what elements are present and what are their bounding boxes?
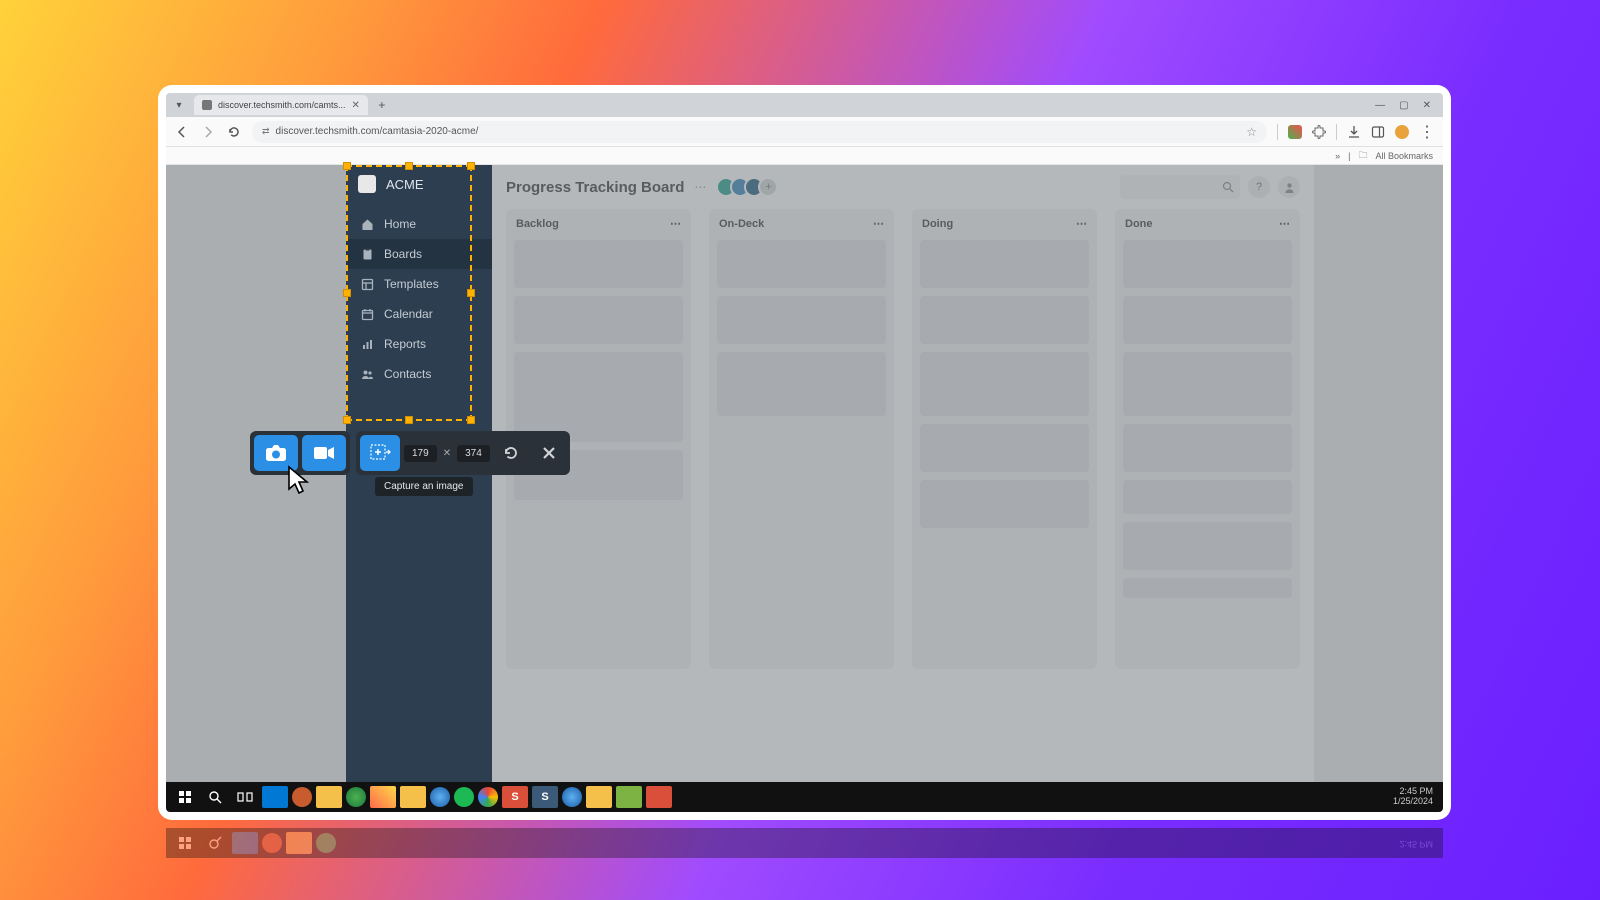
sidebar-item-label: Contacts bbox=[384, 367, 431, 381]
camtasia-icon[interactable] bbox=[616, 786, 642, 808]
address-bar[interactable]: ⇄ discover.techsmith.com/camtasia-2020-a… bbox=[252, 121, 1267, 143]
brand-name: ACME bbox=[386, 177, 424, 192]
sidebar-item-templates[interactable]: Templates bbox=[346, 269, 492, 299]
tab-title: discover.techsmith.com/camts... bbox=[218, 100, 346, 110]
dimension-separator: ✕ bbox=[441, 448, 453, 459]
spotify-icon[interactable] bbox=[454, 787, 474, 807]
bookmark-star-icon[interactable]: ☆ bbox=[1246, 125, 1257, 139]
tab-search-icon[interactable]: ▾ bbox=[170, 96, 188, 114]
minimize-icon[interactable]: — bbox=[1375, 100, 1385, 111]
close-window-icon[interactable]: ✕ bbox=[1423, 100, 1431, 111]
back-button[interactable] bbox=[174, 124, 190, 140]
site-info-icon[interactable]: ⇄ bbox=[262, 126, 270, 137]
window-controls: — ▢ ✕ bbox=[1375, 100, 1439, 111]
extension-icon[interactable] bbox=[1288, 125, 1302, 139]
home-icon bbox=[360, 217, 374, 231]
sidebar-item-calendar[interactable]: Calendar bbox=[346, 299, 492, 329]
reload-button[interactable] bbox=[226, 124, 242, 140]
bookmarks-overflow-icon[interactable]: » bbox=[1335, 151, 1340, 161]
taskbar-app-icon[interactable] bbox=[586, 786, 612, 808]
taskbar-app-icon[interactable]: S bbox=[502, 786, 528, 808]
region-select-button[interactable] bbox=[360, 435, 400, 471]
system-tray-clock[interactable]: 2:45 PM 1/25/2024 bbox=[1393, 787, 1437, 807]
separator bbox=[1277, 124, 1278, 140]
start-button[interactable] bbox=[172, 786, 198, 808]
file-explorer-icon[interactable] bbox=[316, 786, 342, 808]
favicon-icon bbox=[202, 100, 212, 110]
new-tab-button[interactable]: + bbox=[374, 97, 390, 113]
height-input[interactable]: 374 bbox=[457, 445, 490, 462]
sidebar-item-label: Home bbox=[384, 217, 416, 231]
reset-button[interactable] bbox=[494, 436, 528, 470]
sidepanel-icon[interactable] bbox=[1371, 125, 1385, 139]
taskbar-app-icon[interactable] bbox=[370, 786, 396, 808]
sidebar-item-label: Boards bbox=[384, 247, 422, 261]
browser-tab[interactable]: discover.techsmith.com/camts... ✕ bbox=[194, 95, 368, 115]
url-bar: ⇄ discover.techsmith.com/camtasia-2020-a… bbox=[166, 117, 1443, 147]
brand-logo-icon bbox=[358, 175, 376, 193]
folder-icon: 🗀 bbox=[1358, 148, 1367, 164]
taskbar-app-icon[interactable] bbox=[346, 787, 366, 807]
taskbar-app-icon[interactable] bbox=[292, 787, 312, 807]
calendar-icon bbox=[360, 307, 374, 321]
sidebar-item-label: Templates bbox=[384, 277, 439, 291]
width-input[interactable]: 179 bbox=[404, 445, 437, 462]
task-view-icon[interactable] bbox=[232, 786, 258, 808]
tooltip: Capture an image bbox=[375, 477, 473, 496]
template-icon bbox=[360, 277, 374, 291]
browser-window: ▾ discover.techsmith.com/camts... ✕ + — … bbox=[166, 93, 1443, 812]
taskbar-app-icon[interactable] bbox=[262, 786, 288, 808]
sidebar-item-boards[interactable]: Boards bbox=[346, 239, 492, 269]
extension-icons: ⋮ bbox=[1277, 122, 1435, 142]
search-taskbar-icon[interactable] bbox=[202, 786, 228, 808]
separator: | bbox=[1348, 151, 1350, 161]
extensions-puzzle-icon[interactable] bbox=[1312, 125, 1326, 139]
profile-avatar-icon[interactable] bbox=[1395, 125, 1409, 139]
forward-button[interactable] bbox=[200, 124, 216, 140]
edge-icon[interactable] bbox=[430, 787, 450, 807]
url-text: discover.techsmith.com/camtasia-2020-acm… bbox=[276, 126, 479, 137]
sidebar-nav: Home Boards Templates bbox=[346, 203, 492, 389]
sidebar-item-reports[interactable]: Reports bbox=[346, 329, 492, 359]
windows-taskbar: S S 2:45 PM 1/25/2024 bbox=[166, 782, 1443, 812]
cancel-button[interactable] bbox=[532, 436, 566, 470]
report-icon bbox=[360, 337, 374, 351]
menu-dots-icon[interactable]: ⋮ bbox=[1419, 122, 1435, 142]
sidebar-header: ACME bbox=[346, 165, 492, 203]
sidebar-item-home[interactable]: Home bbox=[346, 209, 492, 239]
tab-strip: ▾ discover.techsmith.com/camts... ✕ + — … bbox=[166, 93, 1443, 117]
reflection: 2:45 PM bbox=[158, 828, 1451, 878]
taskbar-app-icon[interactable] bbox=[400, 786, 426, 808]
capture-settings-group: 179 ✕ 374 bbox=[356, 431, 570, 475]
maximize-icon[interactable]: ▢ bbox=[1399, 100, 1408, 111]
chrome-icon[interactable] bbox=[478, 787, 498, 807]
separator bbox=[1336, 124, 1337, 140]
taskbar-app-icon[interactable] bbox=[562, 787, 582, 807]
sidebar-item-label: Reports bbox=[384, 337, 426, 351]
bookmarks-bar: » | 🗀 All Bookmarks bbox=[166, 147, 1443, 165]
sidebar-item-contacts[interactable]: Contacts bbox=[346, 359, 492, 389]
page-content: ACME Home Boards bbox=[166, 165, 1443, 782]
clipboard-icon bbox=[360, 247, 374, 261]
contacts-icon bbox=[360, 367, 374, 381]
all-bookmarks-link[interactable]: All Bookmarks bbox=[1375, 151, 1433, 161]
snagit-icon[interactable]: S bbox=[532, 786, 558, 808]
taskbar-app-icon[interactable] bbox=[646, 786, 672, 808]
close-tab-icon[interactable]: ✕ bbox=[352, 100, 360, 111]
cursor-icon bbox=[286, 465, 308, 493]
clock-date: 1/25/2024 bbox=[1393, 797, 1433, 807]
download-icon[interactable] bbox=[1347, 125, 1361, 139]
desktop-background: ▾ discover.techsmith.com/camts... ✕ + — … bbox=[0, 0, 1600, 900]
window-frame: ▾ discover.techsmith.com/camts... ✕ + — … bbox=[158, 85, 1451, 820]
sidebar-item-label: Calendar bbox=[384, 307, 433, 321]
